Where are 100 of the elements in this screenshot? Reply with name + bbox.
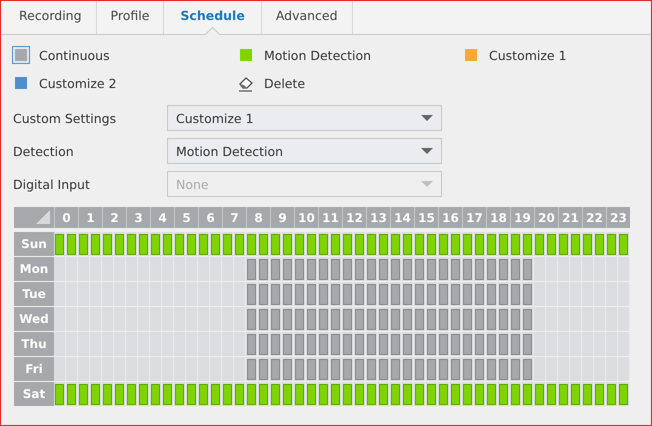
schedule-cell[interactable] [366,282,378,306]
schedule-cell[interactable] [426,332,438,356]
schedule-cell[interactable] [282,357,294,381]
schedule-cell[interactable] [90,382,102,406]
schedule-cell[interactable] [270,232,282,256]
schedule-cell[interactable] [522,232,534,256]
schedule-cell[interactable] [462,307,474,331]
schedule-cell[interactable] [258,257,270,281]
color-swatch[interactable] [12,46,30,64]
schedule-cell[interactable] [54,357,66,381]
schedule-cell[interactable] [162,232,174,256]
schedule-cell[interactable] [438,332,450,356]
hour-header[interactable]: 7 [222,207,246,228]
hour-header[interactable]: 19 [510,207,534,228]
schedule-cell[interactable] [558,382,570,406]
schedule-cell[interactable] [258,382,270,406]
schedule-cell[interactable] [258,282,270,306]
schedule-cell[interactable] [426,232,438,256]
schedule-cell[interactable] [378,282,390,306]
schedule-cell[interactable] [378,382,390,406]
schedule-cell[interactable] [486,357,498,381]
color-swatch[interactable] [12,74,30,92]
schedule-cell[interactable] [498,257,510,281]
schedule-cell[interactable] [354,357,366,381]
schedule-cell[interactable] [294,232,306,256]
hour-header[interactable]: 18 [486,207,510,228]
schedule-cell[interactable] [414,382,426,406]
schedule-cell[interactable] [522,307,534,331]
schedule-cell[interactable] [330,332,342,356]
schedule-cell[interactable] [234,257,246,281]
schedule-cell[interactable] [498,382,510,406]
schedule-cell[interactable] [102,232,114,256]
tab[interactable]: Recording [5,1,97,34]
schedule-cell[interactable] [366,357,378,381]
schedule-cell[interactable] [282,332,294,356]
schedule-cell[interactable] [306,332,318,356]
schedule-cell[interactable] [222,232,234,256]
hour-header[interactable]: 4 [150,207,174,228]
schedule-cell[interactable] [270,257,282,281]
schedule-cell[interactable] [366,382,378,406]
schedule-cell[interactable] [378,257,390,281]
schedule-cell[interactable] [258,357,270,381]
schedule-cell[interactable] [450,357,462,381]
schedule-cell[interactable] [138,382,150,406]
schedule-cell[interactable] [270,332,282,356]
day-header[interactable]: Thu [14,332,54,356]
schedule-cell[interactable] [414,332,426,356]
schedule-cell[interactable] [390,257,402,281]
schedule-cell[interactable] [54,257,66,281]
schedule-cell[interactable] [474,232,486,256]
schedule-cell[interactable] [498,357,510,381]
schedule-cell[interactable] [54,232,66,256]
schedule-cell[interactable] [54,332,66,356]
schedule-cell[interactable] [342,282,354,306]
schedule-cell[interactable] [522,382,534,406]
tab[interactable]: Profile [96,1,164,34]
hour-header[interactable]: 10 [294,207,318,228]
schedule-cell[interactable] [474,282,486,306]
schedule-cell[interactable] [294,357,306,381]
schedule-cell[interactable] [378,232,390,256]
schedule-cell[interactable] [174,382,186,406]
schedule-cell[interactable] [114,382,126,406]
schedule-cell[interactable] [318,307,330,331]
schedule-cell[interactable] [486,307,498,331]
schedule-cell[interactable] [330,232,342,256]
hour-header[interactable]: 22 [582,207,606,228]
schedule-cell[interactable] [294,307,306,331]
schedule-cell[interactable] [522,282,534,306]
schedule-cell[interactable] [258,332,270,356]
schedule-cell[interactable] [282,257,294,281]
day-header[interactable]: Wed [14,307,54,331]
schedule-cell[interactable] [186,382,198,406]
schedule-cell[interactable] [546,232,558,256]
schedule-cell[interactable] [306,382,318,406]
schedule-cell[interactable] [318,382,330,406]
schedule-cell[interactable] [522,357,534,381]
hour-header[interactable]: 21 [558,207,582,228]
schedule-cell[interactable] [390,382,402,406]
schedule-cell[interactable] [306,257,318,281]
schedule-cell[interactable] [414,257,426,281]
hour-header[interactable]: 13 [366,207,390,228]
schedule-cell[interactable] [402,307,414,331]
schedule-cell[interactable] [198,382,210,406]
schedule-cell[interactable] [522,257,534,281]
schedule-cell[interactable] [426,282,438,306]
schedule-cell[interactable] [330,282,342,306]
schedule-cell[interactable] [246,257,258,281]
schedule-cell[interactable] [402,282,414,306]
schedule-cell[interactable] [342,382,354,406]
schedule-cell[interactable] [306,357,318,381]
schedule-cell[interactable] [474,382,486,406]
schedule-cell[interactable] [438,382,450,406]
schedule-cell[interactable] [438,357,450,381]
schedule-cell[interactable] [414,357,426,381]
schedule-cell[interactable] [330,357,342,381]
schedule-cell[interactable] [414,232,426,256]
schedule-cell[interactable] [342,357,354,381]
schedule-cell[interactable] [330,257,342,281]
schedule-cell[interactable] [450,232,462,256]
schedule-cell[interactable] [498,282,510,306]
